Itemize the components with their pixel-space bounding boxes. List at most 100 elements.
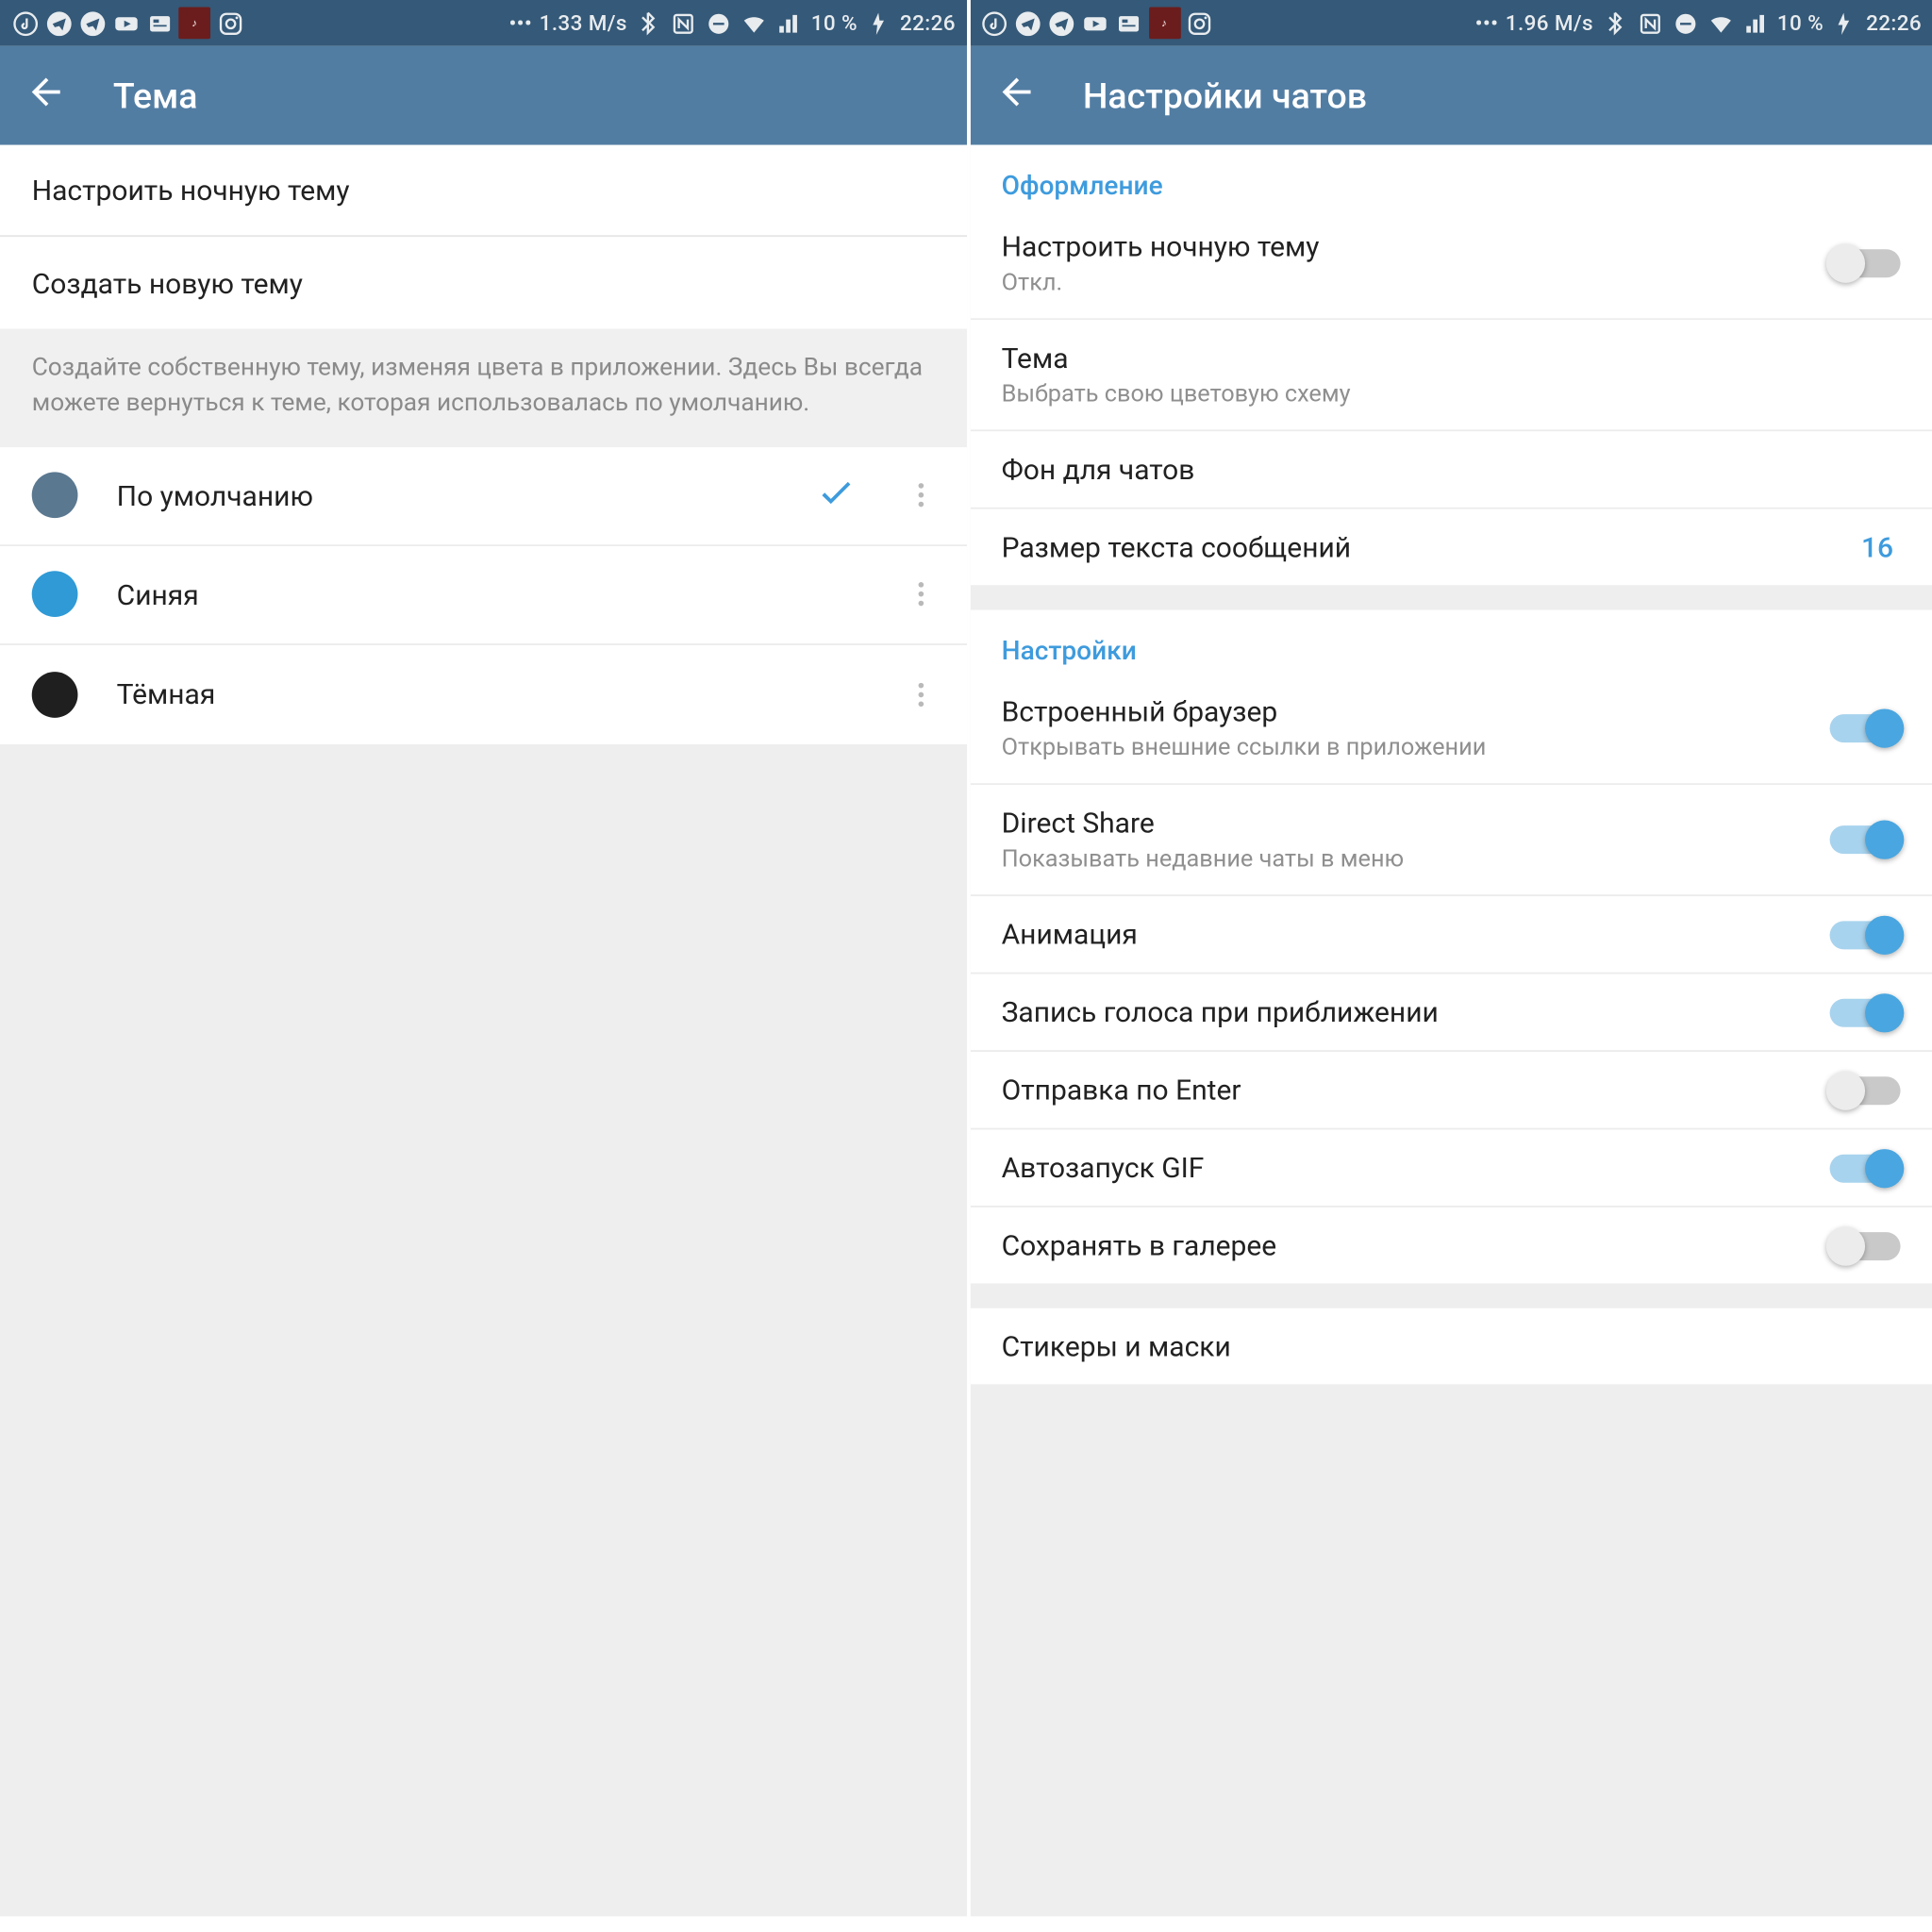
theme-swatch (32, 571, 78, 617)
setting-enter[interactable]: Отправка по Enter (970, 1052, 1932, 1129)
screen-chat-settings: ♪ ••• 1.96 M/s 10 % 22:26 Настройки чато… (966, 0, 1932, 1916)
dnd-icon (1671, 8, 1699, 37)
nfc-icon (1636, 8, 1664, 37)
app-icon: ♪ (1148, 7, 1180, 39)
setting-title: Настроить ночную тему (1002, 230, 1830, 264)
telegram-icon (44, 8, 73, 37)
statusbar: ♪ ••• 1.96 M/s 10 % 22:26 (970, 0, 1932, 46)
more-vert-icon[interactable] (895, 578, 944, 610)
clock: 22:26 (1866, 10, 1922, 35)
setting-browser[interactable]: Встроенный браузер Открывать внешние ссы… (970, 674, 1932, 785)
theme-row[interactable]: Синяя (0, 545, 966, 644)
setting-title: Встроенный браузер (1002, 694, 1830, 728)
toggle-direct-share[interactable] (1830, 825, 1901, 854)
toggle-animation[interactable] (1830, 920, 1901, 948)
theme-label: Тёмная (117, 677, 857, 711)
back-icon[interactable] (25, 71, 67, 120)
theme-swatch (32, 671, 78, 717)
network-speed: 1.96 M/s (1506, 10, 1593, 35)
news-icon (145, 8, 174, 37)
instagram-icon (216, 8, 244, 37)
more-vert-icon[interactable] (895, 479, 944, 511)
setting-title: Отправка по Enter (1002, 1074, 1830, 1108)
signal-icon (775, 8, 804, 37)
toggle-enter[interactable] (1830, 1075, 1901, 1104)
page-title: Настройки чатов (1083, 75, 1367, 117)
battery-text: 10 % (1777, 10, 1824, 35)
youtube-icon (111, 8, 140, 37)
setting-voice[interactable]: Запись голоса при приближении (970, 974, 1932, 1052)
header: Тема (0, 46, 966, 145)
wifi-icon (1707, 8, 1735, 37)
setting-title: Анимация (1002, 918, 1830, 952)
theme-swatch (32, 473, 78, 519)
setting-text-size[interactable]: Размер текста сообщений 16 (970, 509, 1932, 586)
news-icon (1115, 8, 1143, 37)
toggle-gif[interactable] (1830, 1154, 1901, 1182)
more-vert-icon[interactable] (895, 678, 944, 710)
setting-sub: Выбрать свою цветовую схему (1002, 380, 1901, 408)
wifi-icon (741, 8, 769, 37)
setting-animation[interactable]: Анимация (970, 896, 1932, 974)
telegram-icon (77, 8, 106, 37)
configure-night-theme[interactable]: Настроить ночную тему (0, 145, 966, 237)
toggle-gallery[interactable] (1830, 1231, 1901, 1259)
setting-sub: Откл. (1002, 269, 1830, 297)
clock: 22:26 (900, 10, 956, 35)
setting-theme[interactable]: Тема Выбрать свою цветовую схему (970, 320, 1932, 431)
setting-title: Direct Share (1002, 807, 1830, 841)
instagram-icon (1186, 8, 1214, 37)
battery-text: 10 % (811, 10, 858, 35)
setting-night-theme[interactable]: Настроить ночную тему Откл. (970, 208, 1932, 320)
toggle-voice[interactable] (1830, 998, 1901, 1026)
header: Настройки чатов (970, 46, 1932, 145)
theme-row[interactable]: По умолчанию (0, 446, 966, 545)
item-label: Настроить ночную тему (32, 174, 350, 208)
charging-icon (1831, 8, 1859, 37)
back-icon[interactable] (994, 71, 1037, 120)
setting-title: Размер текста сообщений (1002, 530, 1861, 564)
setting-chat-background[interactable]: Фон для чатов (970, 431, 1932, 508)
charging-icon (864, 8, 892, 37)
section-appearance: Оформление (970, 145, 1932, 208)
theme-row[interactable]: Тёмная (0, 644, 966, 743)
more-icon: ••• (508, 10, 532, 35)
setting-title: Тема (1002, 341, 1901, 375)
toggle-night[interactable] (1830, 249, 1901, 277)
app-icon: ♪ (178, 7, 210, 39)
youtube-icon (1081, 8, 1109, 37)
screen-theme: ♪ ••• 1.33 M/s 10 % 22:26 Тема Нас (0, 0, 966, 1916)
more-icon: ••• (1475, 10, 1499, 35)
theme-label: По умолчанию (117, 478, 775, 512)
check-icon (814, 471, 857, 520)
setting-sub: Открывать внешние ссылки в приложении (1002, 734, 1830, 762)
signal-icon (1741, 8, 1770, 37)
nfc-icon (670, 8, 698, 37)
setting-direct-share[interactable]: Direct Share Показывать недавние чаты в … (970, 785, 1932, 896)
setting-title: Стикеры и маски (1002, 1329, 1901, 1363)
setting-title: Автозапуск GIF (1002, 1151, 1830, 1185)
setting-gif[interactable]: Автозапуск GIF (970, 1129, 1932, 1207)
hint-text: Создайте собственную тему, изменяя цвета… (0, 329, 966, 447)
tiktok-icon (980, 8, 1008, 37)
toggle-browser[interactable] (1830, 714, 1901, 742)
setting-title: Фон для чатов (1002, 453, 1901, 487)
tiktok-icon (10, 8, 39, 37)
item-label: Создать новую тему (32, 266, 303, 300)
theme-list: По умолчанию Синяя Тёмная (0, 446, 966, 743)
text-size-value: 16 (1861, 530, 1901, 564)
setting-title: Сохранять в галерее (1002, 1228, 1830, 1262)
telegram-icon (1047, 8, 1075, 37)
setting-stickers[interactable]: Стикеры и маски (970, 1308, 1932, 1385)
statusbar: ♪ ••• 1.33 M/s 10 % 22:26 (0, 0, 966, 46)
section-settings: Настройки (970, 610, 1932, 674)
bluetooth-icon (634, 8, 662, 37)
page-title: Тема (113, 75, 198, 117)
setting-gallery[interactable]: Сохранять в галерее (970, 1208, 1932, 1284)
setting-title: Запись голоса при приближении (1002, 995, 1830, 1029)
create-new-theme[interactable]: Создать новую тему (0, 237, 966, 328)
setting-sub: Показывать недавние чаты в меню (1002, 845, 1830, 874)
bluetooth-icon (1600, 8, 1628, 37)
dnd-icon (705, 8, 733, 37)
telegram-icon (1014, 8, 1042, 37)
